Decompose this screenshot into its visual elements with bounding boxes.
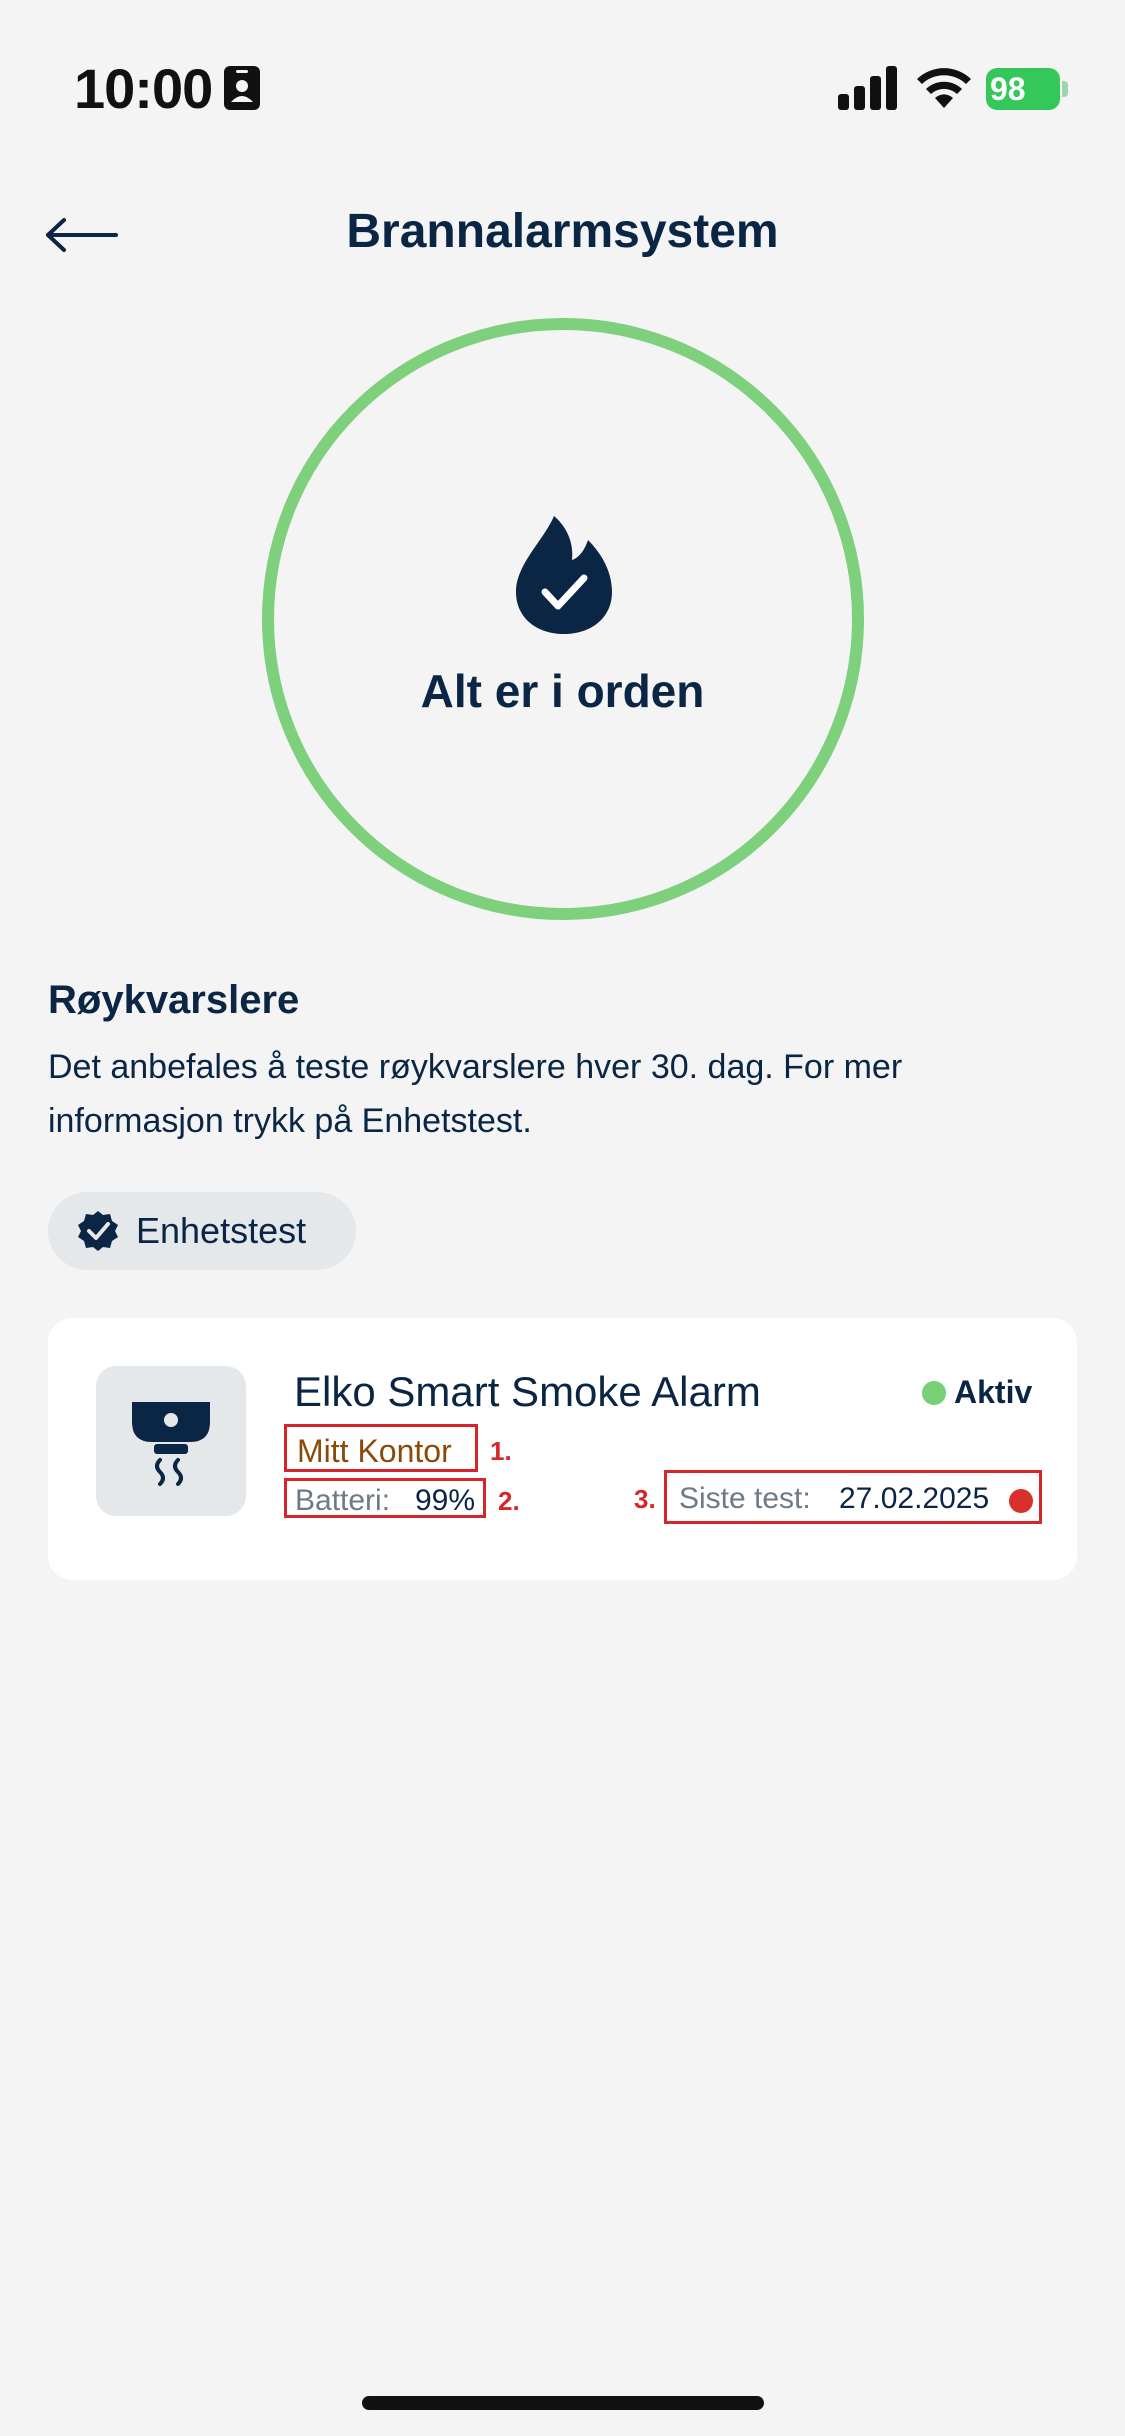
device-thumbnail [96,1366,246,1516]
verified-badge-icon [78,1211,118,1251]
screen: 10:00 98 Brannalarmsystem Alt er i orden… [0,0,1125,2436]
device-test-button[interactable]: Enhetstest [48,1192,356,1270]
status-time: 10:00 [74,57,213,120]
battery-tip [1062,81,1068,97]
device-name: Elko Smart Smoke Alarm [294,1368,761,1415]
status-dot [922,1380,946,1405]
device-card[interactable]: Elko Smart Smoke Alarm Aktiv Mitt Kontor… [48,1318,1077,1580]
status-bar: 10:00 98 [0,0,1125,170]
battery-indicator: 98 [986,68,1068,110]
section-title: Røykvarslere [48,978,300,1022]
status-label: Aktiv [954,1374,1033,1410]
wifi-icon [917,68,971,108]
battery-value: 99% [415,1484,476,1517]
battery-label: Batteri: [295,1484,391,1517]
id-badge-icon [224,66,260,110]
annotation-marker-1: 1. [490,1436,512,1466]
battery-level: 98 [990,71,1026,107]
cellular-signal-icon [838,66,897,110]
last-test-label: Siste test: [679,1482,811,1515]
device-location: Mitt Kontor [297,1433,452,1469]
last-test-highlight: Siste test: 27.02.2025 [664,1470,1042,1524]
page-title: Brannalarmsystem [346,205,779,258]
device-location-highlight: Mitt Kontor [284,1424,478,1472]
annotation-marker-2: 2. [498,1486,520,1516]
last-test-warning-dot [1009,1489,1033,1513]
smoke-detector-icon [132,1402,210,1486]
section-description: Det anbefales å teste røykvarslere hver … [48,1048,903,1140]
flame-check-icon [516,516,612,634]
last-test-date: 27.02.2025 [839,1482,990,1515]
home-indicator[interactable] [362,2396,764,2410]
device-battery-highlight: Batteri: 99% [284,1478,486,1518]
status-message: Alt er i orden [420,665,705,717]
annotation-marker-3: 3. [634,1484,656,1514]
device-test-label: Enhetstest [136,1210,307,1251]
device-status: Aktiv [922,1374,1032,1411]
